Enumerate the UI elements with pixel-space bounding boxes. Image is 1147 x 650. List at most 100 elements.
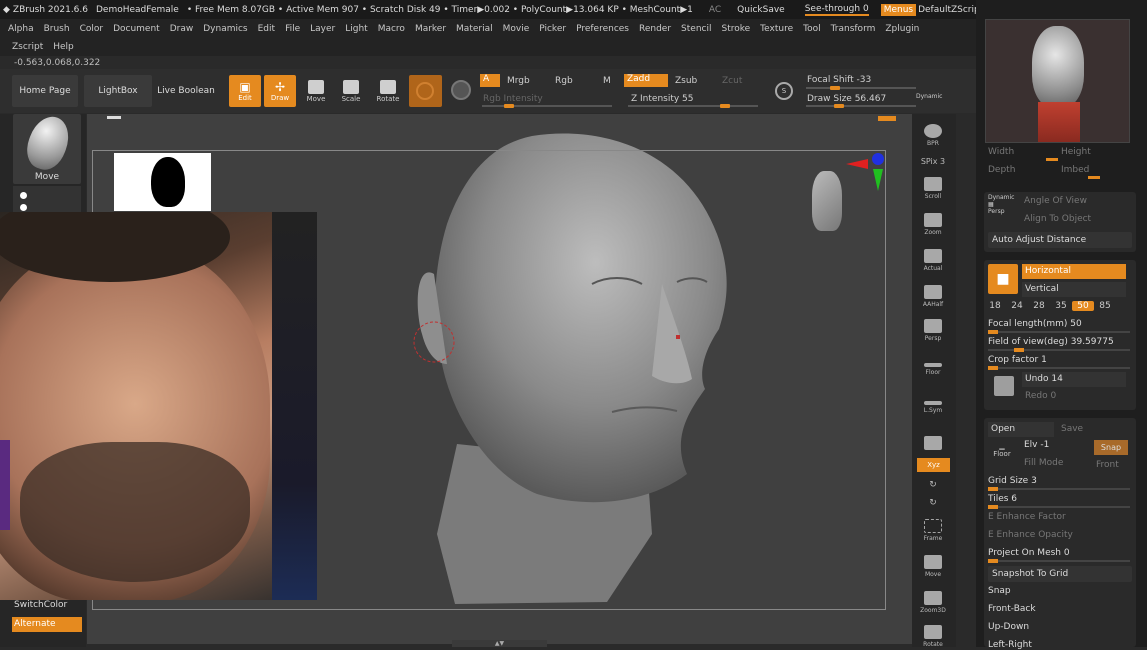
color-picker-icon[interactable] xyxy=(451,80,471,100)
grid-size-slider[interactable]: Grid Size 3 xyxy=(988,476,1037,486)
rgb-intensity-track[interactable] xyxy=(482,104,612,108)
tiles-slider[interactable]: Tiles 6 xyxy=(988,494,1017,504)
horizontal-toggle[interactable]: Horizontal xyxy=(1022,264,1126,279)
elevation-slider[interactable]: Elv -1 xyxy=(1024,440,1049,450)
rgb-toggle[interactable]: Rgb xyxy=(555,76,573,86)
rgb-intensity-slider[interactable]: Rgb Intensity xyxy=(483,94,543,104)
menu-layer[interactable]: Layer xyxy=(310,24,335,34)
zadd-toggle[interactable]: Zadd xyxy=(624,74,668,87)
project-on-mesh-slider[interactable]: Project On Mesh 0 xyxy=(988,548,1070,558)
switch-color-button[interactable]: SwitchColor xyxy=(12,600,82,615)
scale-button[interactable]: Scale xyxy=(336,76,366,106)
open-button[interactable]: Open xyxy=(988,422,1054,437)
home-page-button[interactable]: Home Page xyxy=(12,75,78,107)
height-slider[interactable]: Height xyxy=(1061,147,1091,157)
menu-tool[interactable]: Tool xyxy=(803,24,820,34)
bpr-button[interactable]: BPR xyxy=(917,117,949,147)
menu-zplugin[interactable]: Zplugin xyxy=(885,24,919,34)
undo-lock-icon[interactable] xyxy=(994,376,1014,396)
menu-zscript[interactable]: Zscript xyxy=(12,42,43,52)
focal-shift-slider[interactable]: Focal Shift -33 xyxy=(807,75,871,85)
floor-grid-button[interactable]: ▁ Floor xyxy=(988,442,1016,472)
menu-file[interactable]: File xyxy=(285,24,300,34)
front-label[interactable]: Front xyxy=(1096,460,1119,470)
dynamic-toggle[interactable]: Dynamic xyxy=(916,93,942,100)
draw-size-track[interactable] xyxy=(806,104,916,108)
zsub-toggle[interactable]: Zsub xyxy=(675,76,697,86)
mrgb-toggle[interactable]: Mrgb xyxy=(507,76,530,86)
enhance-factor-slider[interactable]: E Enhance Factor xyxy=(988,512,1066,522)
quicksave-button[interactable]: QuickSave xyxy=(737,5,785,15)
snapshot-to-grid-button[interactable]: Snapshot To Grid xyxy=(988,566,1132,582)
width-slider[interactable]: Width xyxy=(988,147,1014,157)
menus-button[interactable]: Menus xyxy=(880,3,917,16)
rotate-y-button[interactable]: ↻ xyxy=(917,472,949,490)
crop-factor-slider[interactable]: Crop factor 1 xyxy=(988,355,1047,365)
menu-render[interactable]: Render xyxy=(639,24,671,34)
camera-icon[interactable]: ■ xyxy=(988,264,1018,294)
edit-button[interactable]: ▣ Edit xyxy=(229,75,261,107)
menu-texture[interactable]: Texture xyxy=(760,24,793,34)
zcut-toggle[interactable]: Zcut xyxy=(722,76,742,86)
draw-size-slider[interactable]: Draw Size 56.467 xyxy=(807,94,886,104)
tool-thumbnail[interactable] xyxy=(985,19,1130,143)
enhance-opacity-slider[interactable]: E Enhance Opacity xyxy=(988,530,1073,540)
rotate-z-button[interactable]: ↻ xyxy=(917,490,949,508)
save-button[interactable]: Save xyxy=(1058,422,1128,437)
move-button[interactable]: Move xyxy=(301,76,331,106)
focal-18[interactable]: 18 xyxy=(984,301,1006,311)
menu-marker[interactable]: Marker xyxy=(415,24,446,34)
undo-button[interactable]: Undo 14 xyxy=(1022,372,1126,387)
aahalf-button[interactable]: AAHalf xyxy=(917,278,949,308)
xyz-button[interactable]: Xyz xyxy=(917,458,950,472)
focal-shift-track[interactable] xyxy=(806,86,916,90)
menu-picker[interactable]: Picker xyxy=(539,24,566,34)
live-boolean-button[interactable]: Live Boolean xyxy=(154,75,218,107)
draw-button[interactable]: ✢ Draw xyxy=(264,75,296,107)
auto-adjust-distance-button[interactable]: Auto Adjust Distance xyxy=(988,232,1132,248)
snap-button[interactable]: Snap xyxy=(988,586,1011,596)
bottom-scroll-handle[interactable]: ▲▼ xyxy=(452,640,547,647)
depth-slider[interactable]: Depth xyxy=(988,165,1015,175)
up-down-button[interactable]: Up-Down xyxy=(988,622,1029,632)
align-to-object[interactable]: Align To Object xyxy=(1024,214,1091,224)
floor-button[interactable]: Floor xyxy=(917,346,949,376)
move-view-button[interactable]: Move xyxy=(917,548,949,578)
focal-50[interactable]: 50 xyxy=(1072,301,1094,311)
a-toggle[interactable]: A xyxy=(480,74,500,87)
zoom3d-button[interactable]: Zoom3D xyxy=(917,584,949,614)
material-swatch[interactable] xyxy=(409,75,442,107)
fov-track[interactable] xyxy=(988,348,1130,352)
default-zscript-button[interactable]: DefaultZScript xyxy=(918,5,983,15)
crop-factor-track[interactable] xyxy=(988,366,1130,370)
menu-transform[interactable]: Transform xyxy=(831,24,876,34)
menu-movie[interactable]: Movie xyxy=(503,24,530,34)
menu-stroke[interactable]: Stroke xyxy=(721,24,750,34)
z-intensity-slider[interactable]: Z Intensity 55 xyxy=(631,94,694,104)
snap-toggle[interactable]: Snap xyxy=(1094,440,1128,455)
fill-mode[interactable]: Fill Mode xyxy=(1024,458,1063,468)
field-of-view-slider[interactable]: Field of view(deg) 39.59775 xyxy=(988,337,1114,347)
menu-macro[interactable]: Macro xyxy=(378,24,405,34)
menu-draw[interactable]: Draw xyxy=(170,24,194,34)
rotate-button[interactable]: Rotate xyxy=(373,76,403,106)
menu-preferences[interactable]: Preferences xyxy=(576,24,629,34)
imbed-slider[interactable]: Imbed xyxy=(1061,165,1089,175)
tiles-track[interactable] xyxy=(988,505,1130,509)
zoom-button[interactable]: Zoom xyxy=(917,206,949,236)
lock-button[interactable] xyxy=(917,422,949,452)
focal-24[interactable]: 24 xyxy=(1006,301,1028,311)
menu-edit[interactable]: Edit xyxy=(258,24,275,34)
dynamic-persp-button[interactable]: Dynamic ▦ Persp xyxy=(988,194,1020,222)
persp-button[interactable]: Persp xyxy=(917,312,949,342)
frame-button[interactable]: Frame xyxy=(917,512,949,542)
left-right-button[interactable]: Left-Right xyxy=(988,640,1032,650)
scroll-button[interactable]: Scroll xyxy=(917,170,949,200)
menu-color[interactable]: Color xyxy=(80,24,104,34)
menu-alpha[interactable]: Alpha xyxy=(8,24,34,34)
angle-of-view[interactable]: Angle Of View xyxy=(1024,196,1087,206)
z-intensity-track[interactable] xyxy=(628,104,758,108)
menu-dynamics[interactable]: Dynamics xyxy=(203,24,247,34)
seethrough-slider[interactable]: See-through 0 xyxy=(804,4,869,16)
lsym-button[interactable]: L.Sym xyxy=(917,384,949,414)
